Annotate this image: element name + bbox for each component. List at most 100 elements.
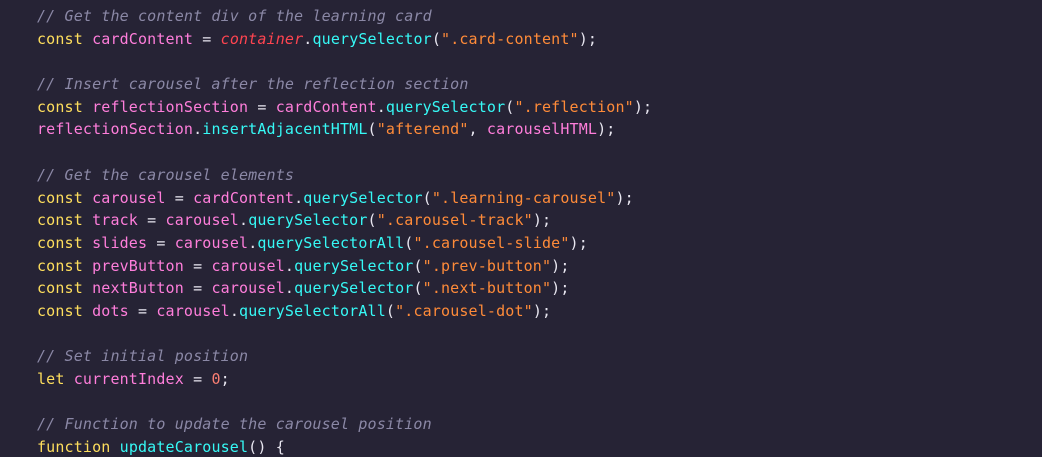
code-token: = [193, 256, 212, 275]
code-token: querySelectorAll [239, 301, 386, 320]
code-token: ".next-button" [422, 279, 552, 298]
code-token: . [284, 279, 295, 298]
code-token: . [284, 256, 295, 275]
code-token: reflectionSection [37, 120, 194, 139]
code-token: const [37, 29, 83, 48]
code-token: carousel [211, 279, 285, 298]
code-line[interactable] [37, 141, 1042, 164]
code-token: cardContent [275, 97, 377, 116]
code-token: carouselHTML [486, 120, 598, 139]
code-token: , [468, 120, 487, 139]
code-token: slides [82, 233, 157, 252]
code-line[interactable] [37, 323, 1042, 346]
code-token: cardContent [82, 29, 203, 48]
code-token: ); [597, 120, 616, 139]
code-token: ); [551, 256, 570, 275]
code-line[interactable]: // Insert carousel after the reflection … [37, 73, 1042, 96]
code-line[interactable]: let currentIndex = 0; [37, 368, 1042, 391]
code-token: ); [532, 301, 552, 320]
code-token: ( [413, 279, 423, 298]
code-token: = [138, 301, 157, 320]
code-line[interactable]: const reflectionSection = cardContent.qu… [37, 96, 1042, 119]
code-line[interactable]: const track = carousel.querySelector(".c… [37, 209, 1042, 232]
code-line[interactable]: const cardContent = container.querySelec… [37, 28, 1042, 51]
code-token: ( [413, 256, 423, 275]
code-token: ( [431, 29, 442, 48]
code-token: . [248, 233, 258, 252]
code-line[interactable]: const carousel = cardContent.querySelect… [37, 187, 1042, 210]
code-token: = [193, 279, 212, 298]
code-token: reflectionSection [82, 97, 258, 116]
code-token: ; [220, 370, 230, 388]
code-line[interactable]: const prevButton = carousel.querySelecto… [37, 255, 1042, 278]
code-token: querySelector [294, 256, 414, 275]
code-token: cardContent [193, 188, 295, 207]
code-token: container [220, 29, 304, 48]
code-token: const [37, 256, 83, 275]
code-token: // Set initial position [37, 347, 249, 366]
code-token: track [82, 211, 148, 230]
code-token: const [37, 233, 83, 252]
code-token: querySelector [248, 211, 368, 230]
code-token: . [239, 211, 249, 230]
code-token: querySelectorAll [257, 233, 405, 252]
code-line[interactable]: // Set initial position [37, 345, 1042, 368]
code-token: 0 [211, 370, 221, 388]
code-token: carousel [174, 233, 249, 252]
code-token: // Get the carousel elements [37, 165, 295, 184]
code-token: querySelector [385, 97, 506, 116]
code-token: const [37, 188, 83, 207]
code-token: dots [82, 301, 138, 320]
code-token: ( [367, 120, 377, 139]
code-token: carousel [82, 188, 175, 207]
code-token: currentIndex [64, 370, 194, 388]
code-line[interactable] [37, 391, 1042, 414]
code-token: const [37, 279, 83, 298]
code-token: ); [532, 211, 552, 230]
code-line[interactable]: // Get the carousel elements [37, 164, 1042, 187]
code-token: ".card-content" [441, 29, 579, 48]
code-token: carousel [211, 256, 285, 275]
code-token: ( [367, 211, 377, 230]
code-lines[interactable]: // Get the content div of the learning c… [37, 5, 1042, 457]
code-token: querySelector [312, 29, 432, 48]
code-token: ".learning-carousel" [431, 188, 616, 207]
code-line[interactable]: const slides = carousel.querySelectorAll… [37, 232, 1042, 255]
code-token: const [37, 301, 83, 320]
code-token: const [37, 211, 83, 230]
code-token: carousel [156, 301, 230, 320]
code-line[interactable]: reflectionSection.insertAdjacentHTML("af… [37, 118, 1042, 141]
code-token: ".reflection" [514, 97, 634, 116]
code-token: = [257, 97, 276, 116]
code-token: . [229, 301, 240, 320]
code-token: nextButton [82, 279, 194, 298]
code-token: ); [551, 279, 570, 298]
code-token: // Get the content div of the learning c… [37, 7, 432, 25]
code-line[interactable]: const dots = carousel.querySelectorAll("… [37, 300, 1042, 323]
code-token: const [37, 97, 83, 116]
code-token: ); [633, 97, 653, 116]
code-token: function [37, 438, 111, 457]
code-token: . [376, 97, 386, 116]
code-token: ( [385, 301, 396, 320]
code-line[interactable]: // Get the content div of the learning c… [37, 5, 1042, 28]
code-line[interactable] [37, 50, 1042, 73]
code-token: // Insert carousel after the reflection … [37, 75, 469, 94]
code-token: ); [578, 29, 598, 48]
code-token: ); [569, 233, 588, 252]
code-token: . [294, 188, 304, 207]
code-token: ".prev-button" [422, 256, 552, 275]
code-line[interactable]: // Function to update the carousel posit… [37, 413, 1042, 436]
code-token: ".carousel-track" [376, 211, 533, 230]
code-token: () { [248, 438, 285, 457]
code-token: querySelector [303, 188, 423, 207]
code-token: = [202, 29, 221, 48]
code-token: ); [615, 188, 634, 207]
code-line[interactable]: function updateCarousel() { [37, 436, 1042, 457]
code-token: = [174, 188, 194, 207]
code-token: insertAdjacentHTML [202, 120, 368, 139]
code-editor[interactable]: // Get the content div of the learning c… [0, 0, 1042, 457]
code-line[interactable]: const nextButton = carousel.querySelecto… [37, 277, 1042, 300]
code-token: let [37, 370, 65, 388]
